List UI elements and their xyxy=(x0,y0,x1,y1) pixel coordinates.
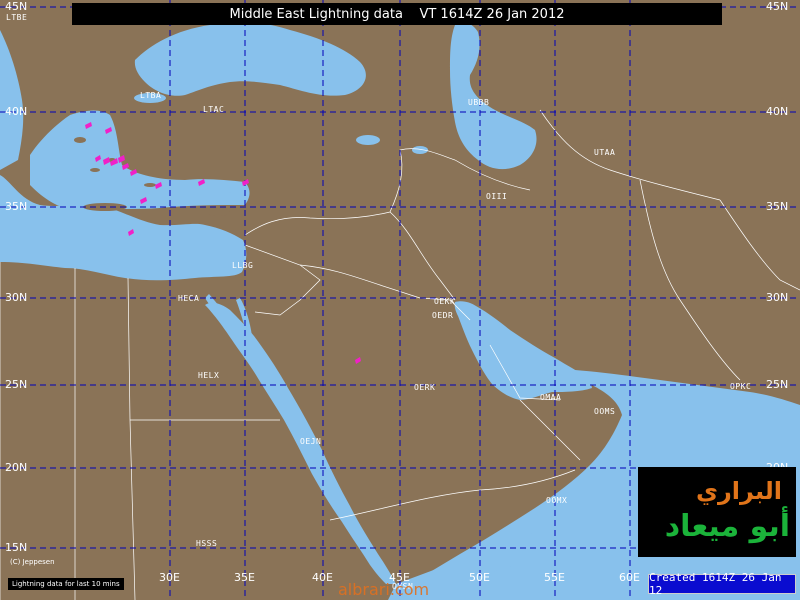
station-oiii: OIII xyxy=(486,192,508,201)
lon-label-60e: 60E xyxy=(619,571,640,584)
lon-label-40e: 40E xyxy=(312,571,333,584)
station-oerk: OERK xyxy=(414,383,436,392)
created-timestamp: Created 1614Z 26 Jan 12 xyxy=(648,571,796,597)
lat-label-30n: 30N xyxy=(5,291,28,304)
station-ltac: LTAC xyxy=(203,105,225,114)
lon-label-30e: 30E xyxy=(159,571,180,584)
station-omaa: OMAA xyxy=(540,393,562,402)
station-ltba: LTBA xyxy=(140,91,162,100)
lat-label-20n: 20N xyxy=(5,461,28,474)
lightning-legend: Lightning data for last 10 mins xyxy=(8,578,124,590)
lat-label-right-25n: 25N xyxy=(766,378,789,391)
station-oomx: OOMX xyxy=(546,496,568,505)
lat-label-45n: 45N xyxy=(5,0,28,13)
lat-label-right-30n: 30N xyxy=(766,291,789,304)
station-oedr: OEDR xyxy=(432,311,454,320)
station-opkc: OPKC xyxy=(730,382,752,391)
logo-line-2: أبو ميعاد xyxy=(664,509,790,544)
lat-label-25n: 25N xyxy=(5,378,28,391)
map-title: Middle East Lightning data VT 1614Z 26 J… xyxy=(72,3,722,25)
station-llbg: LLBG xyxy=(232,261,254,270)
station-ooms: OOMS xyxy=(594,407,616,416)
lat-label-35n: 35N xyxy=(5,200,28,213)
cyprus xyxy=(206,208,230,216)
station-utaa: UTAA xyxy=(594,148,616,157)
lon-label-50e: 50E xyxy=(469,571,490,584)
station-oejn: OEJN xyxy=(300,437,322,446)
lat-label-40n: 40N xyxy=(5,105,28,118)
lat-label-right-35n: 35N xyxy=(766,200,789,213)
lon-label-35e: 35E xyxy=(234,571,255,584)
station-hsss: HSSS xyxy=(196,539,218,548)
station-heca: HECA xyxy=(178,294,200,303)
station-helx: HELX xyxy=(198,371,220,380)
watermark: albrari.com xyxy=(338,580,430,599)
albrari-logo: البراري أبو ميعاد xyxy=(638,467,796,557)
copyright: (C) Jeppesen xyxy=(10,558,55,566)
station-oekk: OEKK xyxy=(434,297,456,306)
station-ltbe: LTBE xyxy=(6,13,28,22)
station-ubbb: UBBB xyxy=(468,98,490,107)
lon-label-55e: 55E xyxy=(544,571,565,584)
map-stage: Middle East Lightning data VT 1614Z 26 J… xyxy=(0,0,800,600)
lat-label-right-40n: 40N xyxy=(766,105,789,118)
lat-label-15n: 15N xyxy=(5,541,28,554)
logo-line-1: البراري xyxy=(695,477,782,505)
lat-label-right-45n: 45N xyxy=(766,0,789,13)
